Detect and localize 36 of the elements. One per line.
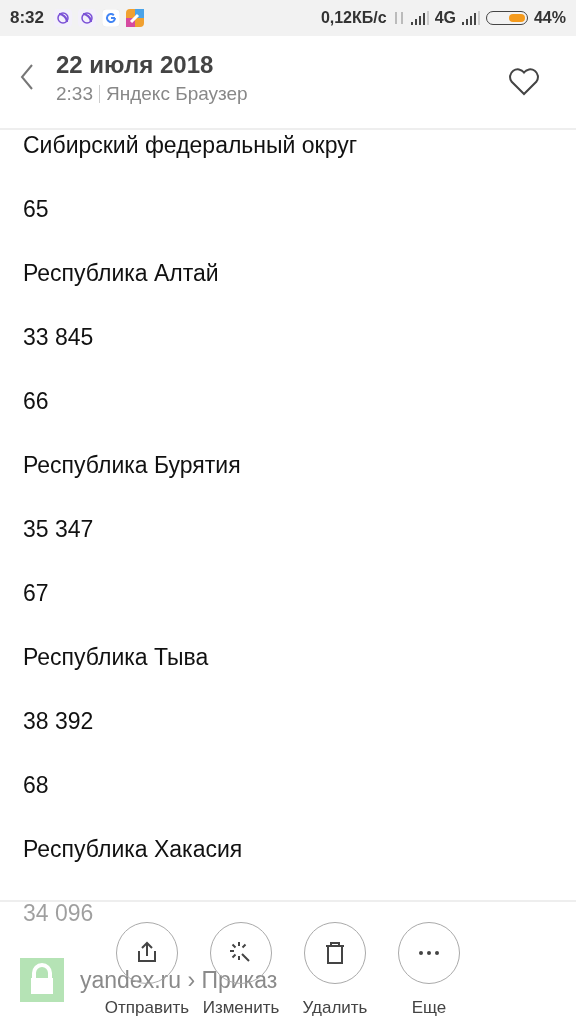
signal-icon: [461, 11, 480, 25]
data-arrows-icon: [392, 10, 405, 26]
network-type: 4G: [434, 9, 456, 27]
text-line: 67: [23, 579, 50, 608]
chat-app-icon: [54, 9, 73, 27]
action-label: Еще: [411, 998, 447, 1018]
note-title: 22 июля 2018: [56, 51, 215, 79]
text-line: Сибирский федеральный округ: [23, 131, 359, 160]
note-source: Яндекс Браузер: [106, 83, 248, 105]
text-line: Республика Хакасия: [23, 835, 244, 864]
action-label: Удалить: [302, 998, 368, 1018]
note-time: 2:33: [56, 83, 93, 105]
network-speed: 0,12КБ/с: [320, 9, 387, 27]
signal-icon: [410, 11, 429, 25]
text-line: 34 096: [23, 899, 95, 928]
action-label: Отправить: [104, 998, 190, 1018]
clock-time: 8:32: [10, 8, 45, 28]
text-line: Республика Бурятия: [23, 451, 242, 480]
url-text: yandex.ru › Приказ: [80, 966, 278, 994]
chat-app-icon: [78, 9, 97, 27]
lock-icon: [20, 958, 64, 1002]
heart-button[interactable]: [508, 68, 540, 96]
app-icon: [126, 9, 145, 27]
more-icon: [419, 951, 439, 955]
text-line: Республика Тыва: [23, 643, 210, 672]
text-line: 35 347: [23, 515, 95, 544]
battery-percent: 44%: [533, 9, 566, 27]
text-line: 68: [23, 771, 50, 800]
text-line: 65: [23, 195, 50, 224]
text-line: 38 392: [23, 707, 95, 736]
text-line: 33 845: [23, 323, 95, 352]
action-label: Изменить: [202, 998, 280, 1018]
text-line: 66: [23, 387, 50, 416]
text-line: Республика Алтай: [23, 259, 220, 288]
google-icon: [102, 9, 121, 27]
back-button[interactable]: [20, 64, 34, 90]
